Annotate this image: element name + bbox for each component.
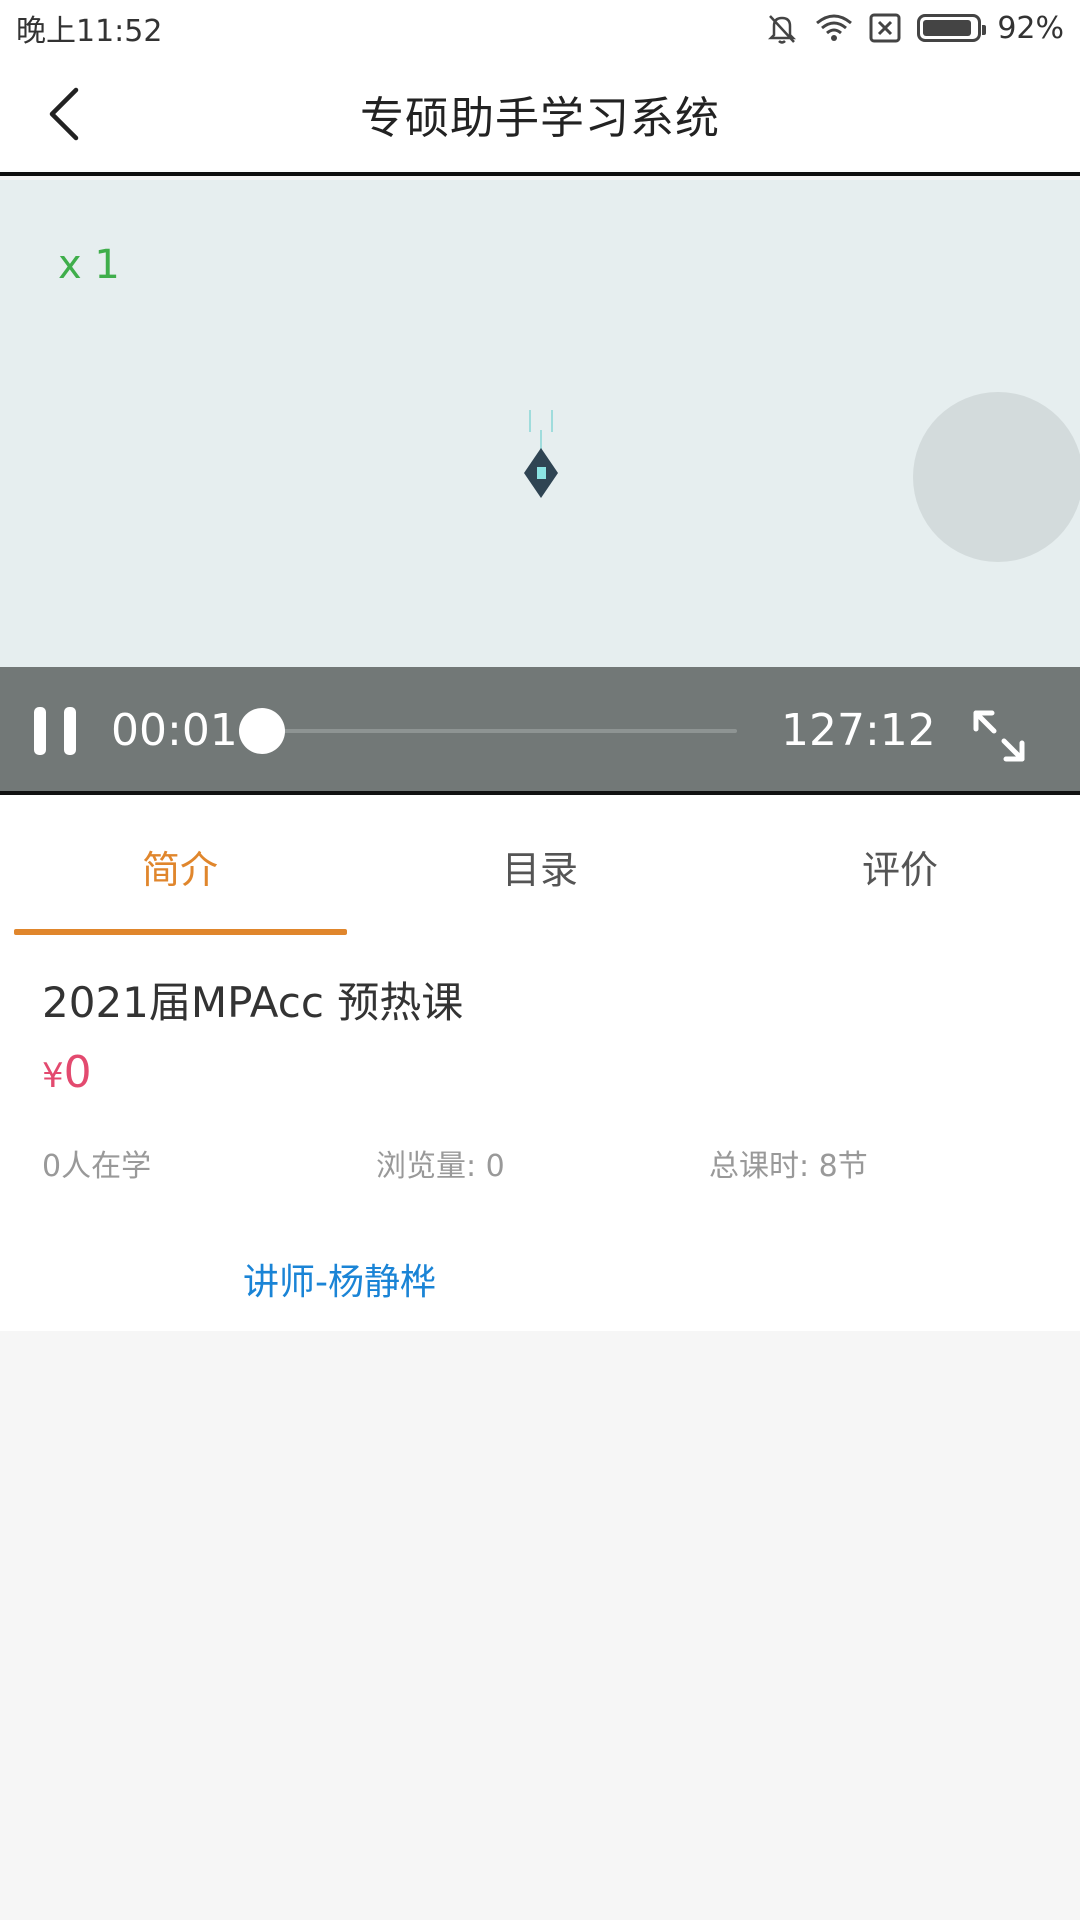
- floating-circle-button[interactable]: [913, 392, 1080, 562]
- tab-bar: 简介 目录 评价: [0, 795, 1080, 937]
- course-info: 2021届MPAcc 预热课 ¥0 0人在学 浏览量: 0 总课时: 8节 讲师…: [0, 937, 1080, 1331]
- battery-percent: 92%: [997, 10, 1064, 46]
- fullscreen-icon: [973, 710, 1025, 762]
- chevron-left-icon: [49, 87, 79, 141]
- progress-thumb[interactable]: [239, 708, 286, 754]
- tab-label: 简介: [141, 847, 218, 892]
- status-icons: 92%: [765, 11, 1064, 46]
- learner-count: 0人在学: [42, 1149, 152, 1184]
- playback-speed-label[interactable]: x 1: [58, 242, 120, 288]
- course-price: ¥0: [42, 1047, 92, 1098]
- app-bar: 专硕助手学习系统: [0, 56, 1080, 176]
- course-title: 2021届MPAcc 预热课: [42, 978, 464, 1027]
- player-controls: 00:01 127:12: [0, 667, 1080, 791]
- active-tab-indicator: [14, 929, 347, 935]
- price-value: 0: [63, 1047, 92, 1098]
- status-bar: 晚上11:52 92%: [0, 0, 1080, 56]
- tab-label: 评价: [861, 847, 938, 892]
- view-count: 浏览量: 0: [376, 1149, 505, 1184]
- pause-icon-bar: [64, 707, 76, 755]
- video-frame-marker: [524, 410, 558, 498]
- empty-content-area: [0, 1331, 1080, 1920]
- video-player[interactable]: x 1 00:01 127:12: [0, 180, 1080, 795]
- total-lessons: 总课时: 8节: [709, 1149, 868, 1184]
- wifi-icon: [815, 13, 853, 43]
- current-time: 00:01: [111, 705, 238, 756]
- course-stats: 0人在学 浏览量: 0 总课时: 8节: [42, 1141, 1042, 1184]
- tab-reviews[interactable]: 评价: [720, 795, 1080, 937]
- currency-symbol: ¥: [42, 1056, 64, 1096]
- sim-x-icon: [869, 13, 901, 43]
- status-time: 晚上11:52: [16, 14, 163, 49]
- total-time: 127:12: [781, 705, 936, 756]
- tab-label: 目录: [501, 847, 578, 892]
- pause-button[interactable]: [34, 707, 76, 755]
- tab-intro[interactable]: 简介: [0, 795, 360, 937]
- bell-off-icon: [765, 11, 799, 45]
- progress-track[interactable]: [262, 729, 737, 733]
- back-button[interactable]: [36, 82, 92, 146]
- pause-icon: [34, 707, 46, 755]
- battery-icon: [917, 14, 987, 42]
- fullscreen-button[interactable]: [970, 707, 1028, 765]
- page-title: 专硕助手学习系统: [360, 93, 720, 144]
- teacher-link[interactable]: 讲师-杨静桦: [243, 1253, 436, 1305]
- tab-catalog[interactable]: 目录: [360, 795, 720, 937]
